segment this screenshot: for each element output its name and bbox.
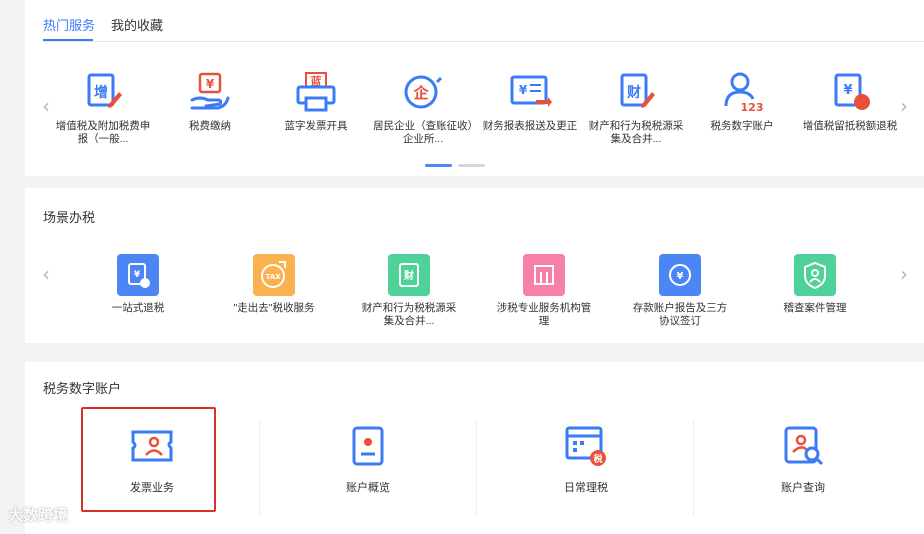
account-daily-tax[interactable]: 税 日常理税 [496, 424, 676, 495]
service-tabs: 热门服务 我的收藏 [43, 0, 924, 42]
tab-hot-services[interactable]: 热门服务 [43, 15, 95, 34]
scene-title: 场景办税 [43, 210, 96, 225]
account-title: 税务数字账户 [43, 381, 122, 396]
hot-next-arrow[interactable]: › [900, 94, 908, 118]
svg-text:¥: ¥ [134, 270, 141, 280]
active-tab-indicator [43, 39, 93, 41]
service-label: 稽查案件管理 [783, 302, 847, 314]
svg-text:¥: ¥ [206, 77, 215, 91]
service-label: 财务报表报送及更正 [482, 120, 578, 132]
watermark: 大数跨境 [8, 507, 69, 524]
pager-dot-active[interactable] [425, 164, 452, 167]
column-divider [476, 420, 477, 516]
scene-agency-management[interactable]: 涉税专业服务机构管理 [494, 254, 594, 328]
enterprise-tax-icon: 企 [401, 70, 445, 114]
property-tax-icon: 财 [614, 70, 658, 114]
service-label: 税务数字账户 [710, 120, 774, 132]
agency-management-icon [523, 254, 565, 296]
property-source-icon: 财 [388, 254, 430, 296]
svg-text:财: 财 [626, 84, 641, 101]
service-property-tax[interactable]: 财 财产和行为税税源采集及合并... [586, 70, 686, 146]
service-label: "走出去"税收服务 [233, 302, 315, 314]
account-query-icon [784, 426, 824, 466]
svg-text:财: 财 [403, 269, 414, 282]
deposit-account-icon: ¥ [659, 254, 701, 296]
account-overview-icon [352, 426, 384, 466]
account-item-label: 账户查询 [781, 482, 825, 494]
scene-prev-arrow[interactable]: ‹ [42, 262, 50, 286]
tab-my-favorites[interactable]: 我的收藏 [111, 15, 163, 34]
digital-account-icon: 123 [720, 70, 764, 114]
service-label: 存款账户报告及三方协议签订 [632, 302, 728, 327]
svg-text:123: 123 [741, 101, 764, 114]
column-divider [693, 420, 694, 516]
service-label: 税费缴纳 [189, 120, 231, 132]
service-label: 涉税专业服务机构管理 [496, 302, 592, 327]
scene-deposit-account[interactable]: ¥ 存款账户报告及三方协议签订 [630, 254, 730, 328]
daily-tax-icon: 税 [565, 426, 606, 466]
tax-payment-icon: ¥ [188, 70, 232, 114]
scene-inspection-case[interactable]: 稽查案件管理 [765, 254, 865, 315]
service-vat-declare[interactable]: 增 增值税及附加税费申报（一般... [53, 70, 153, 146]
service-enterprise-tax[interactable]: 企 居民企业（查账征收）企业所... [373, 70, 473, 146]
vat-refund-icon: ¥ [828, 70, 872, 114]
service-label: 财产和行为税税源采集及合并... [588, 120, 684, 145]
svg-text:企: 企 [412, 84, 429, 102]
pager-dot[interactable] [458, 164, 485, 167]
service-label: 财产和行为税税源采集及合并... [361, 302, 457, 327]
svg-text:¥: ¥ [677, 271, 684, 282]
svg-text:¥: ¥ [843, 83, 852, 98]
inspection-case-icon [794, 254, 836, 296]
account-overview[interactable]: 账户概览 [278, 424, 458, 495]
scene-property-source[interactable]: 财 财产和行为税税源采集及合并... [359, 254, 459, 328]
service-label: 增值税及附加税费申报（一般... [55, 120, 151, 145]
svg-text:¥: ¥ [519, 83, 528, 97]
service-label: 居民企业（查账征收）企业所... [373, 120, 473, 145]
scene-going-abroad[interactable]: TAX "走出去"税收服务 [224, 254, 324, 315]
service-label: 一站式退税 [111, 302, 165, 314]
vat-glyph: 增 [94, 84, 108, 101]
service-label: 增值税留抵税额退税 [802, 120, 898, 132]
blue-invoice-printer-icon: 蓝 [294, 70, 338, 114]
service-digital-account[interactable]: 123 税务数字账户 [692, 70, 792, 133]
column-divider [259, 420, 260, 516]
account-query[interactable]: 账户查询 [713, 424, 893, 495]
svg-text:税: 税 [593, 453, 602, 465]
service-blue-invoice[interactable]: 蓝 蓝字发票开具 [266, 70, 366, 133]
hot-prev-arrow[interactable]: ‹ [42, 94, 50, 118]
highlight-box [81, 407, 216, 512]
account-item-label: 日常理税 [564, 482, 608, 494]
service-tax-payment[interactable]: ¥ 税费缴纳 [160, 70, 260, 133]
scene-next-arrow[interactable]: › [900, 262, 908, 286]
service-vat-refund[interactable]: ¥ 增值税留抵税额退税 [800, 70, 900, 133]
financial-report-icon: ¥ [508, 70, 552, 114]
one-stop-refund-icon: ¥ [117, 254, 159, 296]
svg-text:TAX: TAX [265, 273, 281, 281]
account-item-label: 账户概览 [346, 482, 390, 494]
service-label: 蓝字发票开具 [284, 120, 348, 132]
vat-declare-icon: 增 [81, 70, 125, 114]
going-abroad-tax-icon: TAX [253, 254, 295, 296]
scene-one-stop-refund[interactable]: ¥ 一站式退税 [88, 254, 188, 315]
service-financial-report[interactable]: ¥ 财务报表报送及更正 [480, 70, 580, 133]
